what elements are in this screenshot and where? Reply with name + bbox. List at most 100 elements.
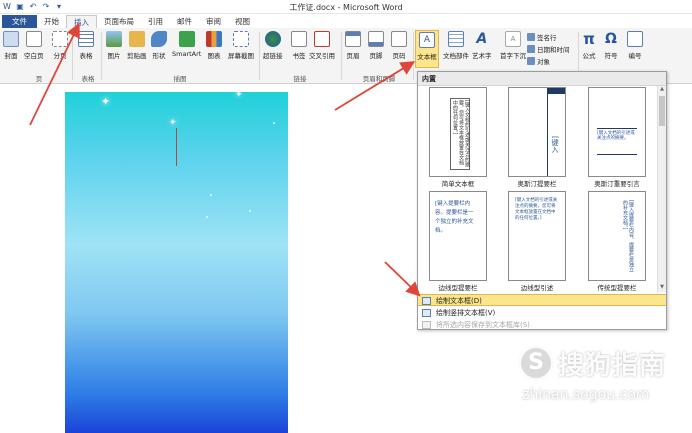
bookmark-button[interactable]: 书签 — [291, 30, 307, 68]
thumb-text: [键入提要栏内容。提要栏是一个独立的补充文档。 — [435, 201, 474, 234]
scroll-down-icon[interactable]: ▼ — [658, 284, 666, 292]
omega-icon: Ω — [605, 31, 617, 47]
textbox-icon: A — [419, 32, 435, 48]
textbox-gallery: [键入文档的引述或关注点的摘要。您可将文本框放置在文档中的任何位置。] 简单文本… — [418, 86, 658, 292]
blank-page-icon — [25, 31, 42, 47]
tab-insert[interactable]: 插入 — [66, 15, 97, 28]
group-label-links: 链接 — [293, 75, 307, 83]
cover-page-button[interactable]: 封面 — [3, 30, 19, 68]
wordart-icon: A — [476, 31, 488, 47]
tab-file[interactable]: 文件 — [2, 15, 37, 28]
dropcap-icon: A — [505, 31, 521, 47]
numbering-icon — [627, 31, 643, 47]
textbox-button[interactable]: A 文本框 — [415, 30, 439, 68]
thumb-rule — [597, 154, 637, 155]
footer-button[interactable]: 页脚 — [368, 30, 384, 68]
numbering-button[interactable]: 编号 — [627, 30, 643, 68]
tab-mailings[interactable]: 邮件 — [170, 15, 199, 28]
page-number-button[interactable]: 页码 — [391, 30, 407, 68]
header-icon — [345, 31, 361, 47]
tab-page-layout[interactable]: 页面布局 — [97, 15, 141, 28]
globe-icon — [264, 31, 281, 47]
object-icon — [527, 57, 535, 65]
tab-references[interactable]: 引用 — [141, 15, 170, 28]
wordart-button[interactable]: A 艺术字 — [472, 30, 492, 68]
gallery-caption: 奥斯汀重要引言 — [594, 180, 640, 188]
gallery-item-austin-quote[interactable]: [键入文档的引述或关注点的摘要。 奥斯汀重要引言 — [588, 87, 646, 188]
shapes-icon — [151, 31, 167, 47]
gallery-caption: 传统型提要栏 — [597, 284, 637, 292]
gallery-item-austin-sidebar[interactable]: [键入 奥斯汀提要栏 — [508, 87, 566, 188]
gallery-header: 内置 — [418, 72, 666, 86]
blank-page-button[interactable]: 空白页 — [24, 30, 44, 68]
shapes-button[interactable]: 形状 — [151, 30, 167, 68]
signature-line-button[interactable]: 签名行 — [527, 32, 557, 42]
gallery-item-simple[interactable]: [键入文档的引述或关注点的摘要。您可将文本框放置在文档中的任何位置。] 简单文本… — [429, 87, 487, 188]
gallery-caption: 边线型引述 — [520, 284, 554, 292]
ribbon-tabs: 文件 开始 插入 页面布局 引用 邮件 审阅 视图 — [0, 14, 692, 28]
vertical-text-cursor — [176, 128, 177, 166]
group-label-pages: 页 — [35, 75, 43, 83]
symbol-button[interactable]: Ω 符号 — [603, 30, 619, 68]
gallery-thumbnail: [键入文档的引述或关注点的摘要。您可将文本框放置在文档中的任何位置。] — [429, 87, 487, 177]
thumb-text: [键入 — [551, 136, 559, 153]
thumb-text: [键入提要栏内容。提要栏是独立的补充文档。] — [622, 200, 634, 272]
sogou-logo-icon: S — [518, 345, 554, 381]
header-button[interactable]: 页眉 — [345, 30, 361, 68]
cross-reference-icon — [314, 31, 330, 47]
gallery-item-edge-quote[interactable]: [键入文档的引述或关注点的摘要。您可将文本框放置在文档中的任何位置。] 边线型引… — [508, 191, 566, 292]
tab-review[interactable]: 审阅 — [199, 15, 228, 28]
sparkle-dot — [273, 122, 275, 124]
clipart-button[interactable]: 剪贴画 — [127, 30, 147, 68]
hyperlink-button[interactable]: 超链接 — [263, 30, 283, 68]
calendar-icon — [527, 45, 535, 53]
group-separator — [72, 32, 73, 80]
gallery-caption: 边线型提要栏 — [438, 284, 478, 292]
cross-reference-button[interactable]: 交叉引用 — [309, 30, 335, 68]
sparkle-decoration: ✦ — [101, 95, 111, 108]
thumb-rule — [597, 128, 637, 129]
footer-icon — [368, 31, 384, 47]
smartart-icon — [178, 31, 195, 47]
group-label-tables: 表格 — [81, 75, 95, 83]
window-title: 工作证.docx - Microsoft Word — [289, 3, 403, 12]
document-page[interactable]: ✦ ✦ ✦ — [65, 90, 288, 433]
group-separator — [341, 32, 342, 80]
draw-vertical-textbox-icon — [422, 309, 431, 317]
equation-button[interactable]: π 公式 — [581, 30, 597, 68]
watermark-url: zhinan.sogou.com — [522, 387, 650, 403]
chart-button[interactable]: 图表 — [206, 30, 222, 68]
pi-icon: π — [583, 30, 595, 48]
draw-vertical-textbox-menu-item[interactable]: 绘制竖排文本框(V) — [418, 307, 666, 319]
sparkle-decoration: ✦ — [235, 90, 243, 100]
smartart-button[interactable]: SmartArt — [172, 30, 201, 68]
picture-button[interactable]: 图片 — [106, 30, 122, 68]
thumb-text: [键入文档的引述或关注点的摘要。 — [597, 131, 635, 141]
draw-textbox-menu-item[interactable]: 绘制文本框(D) — [418, 294, 666, 306]
thumb-bar — [547, 88, 565, 94]
title-bar: W ▣ ↶ ↷ ▾ 工作证.docx - Microsoft Word — [0, 0, 692, 14]
screenshot-button[interactable]: 屏幕截图 — [228, 30, 254, 68]
table-button[interactable]: 表格 — [78, 30, 94, 68]
bookmark-icon — [291, 31, 307, 47]
cover-page-icon — [3, 31, 19, 47]
scrollbar-thumb[interactable] — [659, 96, 665, 126]
scroll-up-icon[interactable]: ▲ — [658, 86, 666, 94]
object-button[interactable]: 对象 — [527, 56, 550, 66]
thumb-text: [键入文档的引述或关注点的摘要。您可将文本框放置在文档中的任何位置。] — [515, 198, 558, 221]
date-time-button[interactable]: 日期和时间 — [527, 44, 570, 54]
screenshot-icon — [233, 31, 249, 47]
gallery-scrollbar[interactable]: ▲ ▼ — [657, 86, 666, 292]
tab-home[interactable]: 开始 — [37, 15, 66, 28]
tab-view[interactable]: 视图 — [228, 15, 257, 28]
quick-parts-button[interactable]: 文档部件 — [443, 30, 469, 68]
dropcap-button[interactable]: A 首字下沉 — [500, 30, 526, 68]
thumb-text: [键入文档的引述或关注点的摘要。您可将文本框放置在文档中的任何位置。] — [452, 100, 470, 167]
page-break-button[interactable]: 分页 — [52, 30, 68, 68]
gallery-item-traditional-sidebar[interactable]: [键入提要栏内容。提要栏是独立的补充文档。] 传统型提要栏 — [588, 191, 646, 292]
signature-icon — [527, 33, 535, 41]
quick-parts-icon — [448, 31, 464, 47]
gallery-thumbnail: [键入 — [508, 87, 566, 177]
save-to-gallery-icon — [422, 321, 431, 329]
gallery-item-edge-sidebar[interactable]: [键入提要栏内容。提要栏是一个独立的补充文档。 边线型提要栏 — [429, 191, 487, 292]
